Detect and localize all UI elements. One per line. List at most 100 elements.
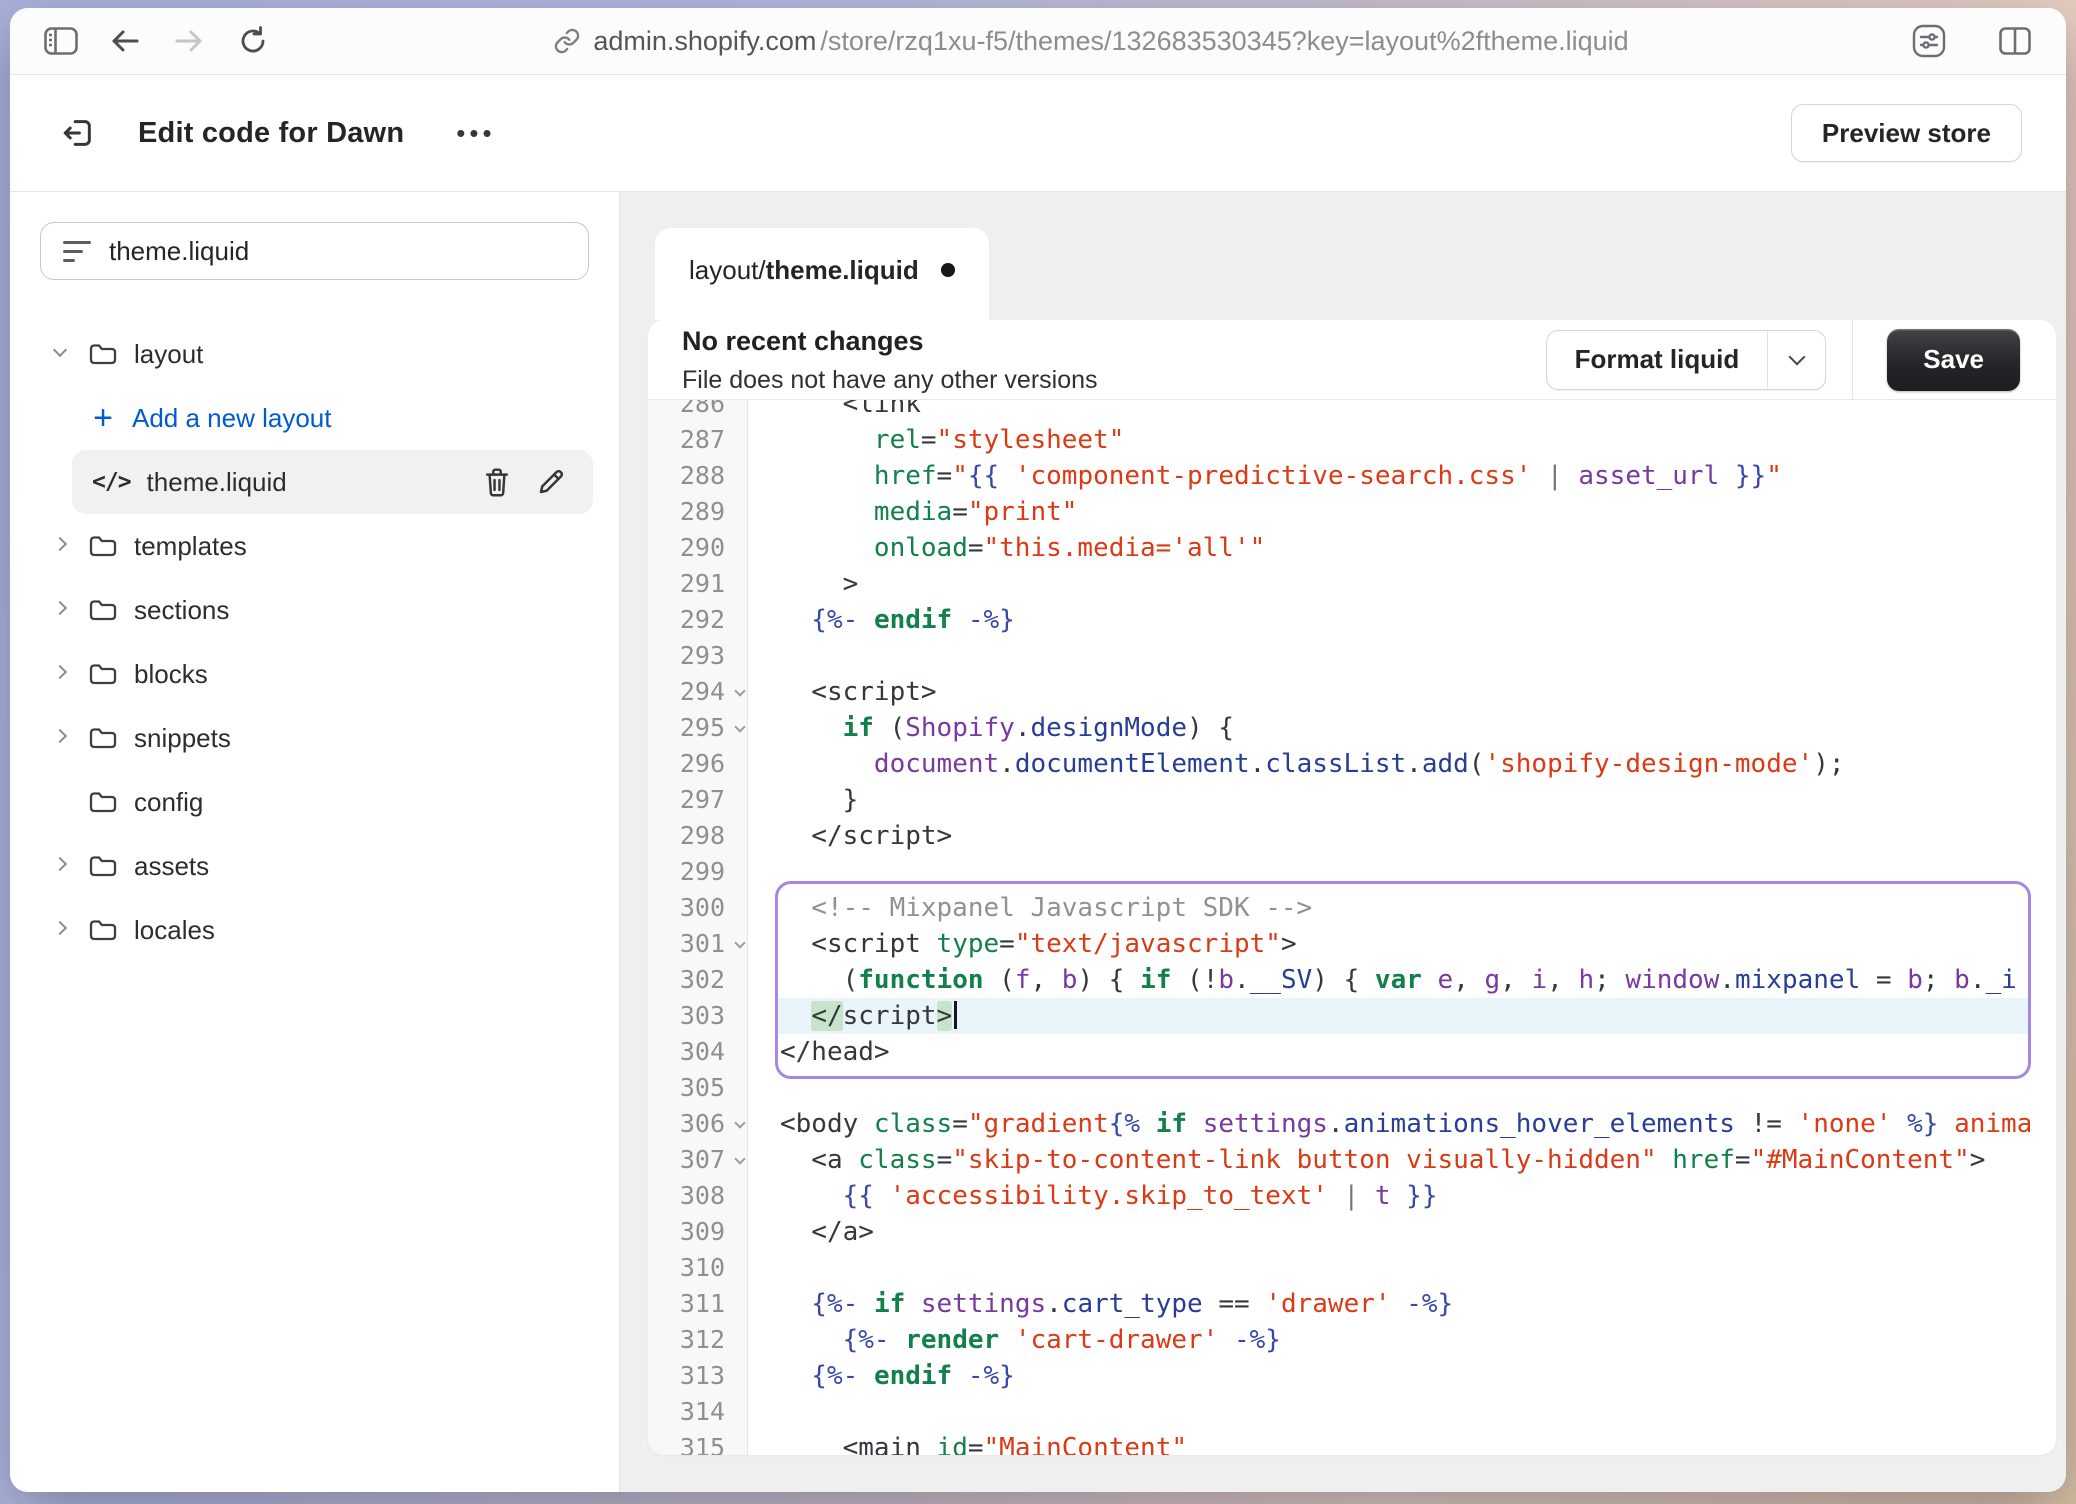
action-label: Add a new layout — [132, 403, 331, 434]
code-line-289[interactable]: media="print" — [776, 494, 2030, 530]
code-line-291[interactable]: > — [776, 566, 2030, 602]
sidebar-item-assets[interactable]: assets — [10, 834, 619, 898]
split-view-icon[interactable] — [1992, 18, 2038, 64]
code-line-313[interactable]: {%- endif -%} — [776, 1358, 2030, 1394]
code-line-301[interactable]: <script type="text/javascript"> — [776, 926, 2030, 962]
sidebar-item-blocks[interactable]: blocks — [10, 642, 619, 706]
code-line-312[interactable]: {%- render 'cart-drawer' -%} — [776, 1322, 2030, 1358]
sidebar-item-layout[interactable]: layout — [10, 322, 619, 386]
fold-chevron-icon[interactable] — [734, 937, 745, 948]
page-settings-icon[interactable] — [1906, 18, 1952, 64]
code-line-308[interactable]: {{ 'accessibility.skip_to_text' | t }} — [776, 1178, 2030, 1214]
code-line-309[interactable]: </a> — [776, 1214, 2030, 1250]
code-line-286[interactable]: <link — [776, 400, 2030, 422]
sidebar-action-add-a-new-layout[interactable]: +Add a new layout — [10, 386, 619, 450]
app-header: Edit code for Dawn ••• Preview store — [10, 75, 2066, 192]
forward-icon[interactable] — [166, 18, 212, 64]
line-number-294[interactable]: 294 — [648, 674, 747, 710]
back-icon[interactable] — [102, 18, 148, 64]
code-line-311[interactable]: {%- if settings.cart_type == 'drawer' -%… — [776, 1286, 2030, 1322]
fold-chevron-icon[interactable] — [734, 1153, 745, 1164]
code-line-294[interactable]: <script> — [776, 674, 2030, 710]
delete-file-icon[interactable] — [475, 460, 519, 504]
code-line-314[interactable] — [776, 1394, 2030, 1430]
line-number-306[interactable]: 306 — [648, 1106, 747, 1142]
sidebar-toggle-icon[interactable] — [38, 18, 84, 64]
code-line-310[interactable] — [776, 1250, 2030, 1286]
code-line-300[interactable]: <!-- Mixpanel Javascript SDK --> — [776, 890, 2030, 926]
line-number-307[interactable]: 307 — [648, 1142, 747, 1178]
save-button[interactable]: Save — [1887, 329, 2020, 391]
code-line-293[interactable] — [776, 638, 2030, 674]
code-line-302[interactable]: (function (f, b) { if (!b.__SV) { var e,… — [776, 962, 2030, 998]
line-number-303: 303 — [648, 998, 747, 1034]
line-number-301[interactable]: 301 — [648, 926, 747, 962]
code-line-306[interactable]: <body class="gradient{% if settings.anim… — [776, 1106, 2030, 1142]
reload-icon[interactable] — [230, 18, 276, 64]
fold-chevron-icon[interactable] — [734, 685, 745, 696]
code-line-295[interactable]: if (Shopify.designMode) { — [776, 710, 2030, 746]
sidebar-item-locales[interactable]: locales — [10, 898, 619, 962]
editor-card: No recent changes File does not have any… — [648, 320, 2056, 1455]
code-line-315[interactable]: <main id="MainContent" — [776, 1430, 2030, 1455]
code-line-299[interactable] — [776, 854, 2030, 890]
chevron-right-icon[interactable] — [50, 535, 72, 557]
format-liquid-button[interactable]: Format liquid — [1546, 330, 1827, 390]
folder-icon — [88, 788, 118, 816]
more-actions-button[interactable]: ••• — [446, 110, 505, 157]
code-line-288[interactable]: href="{{ 'component-predictive-search.cs… — [776, 458, 2030, 494]
sidebar-item-theme-liquid[interactable]: </>theme.liquid — [10, 450, 619, 514]
chevron-right-icon[interactable] — [50, 855, 72, 877]
tab-theme-liquid[interactable]: layout/theme.liquid — [655, 228, 989, 320]
fold-chevron-icon[interactable] — [734, 1117, 745, 1128]
url-bar[interactable]: admin.shopify.com/store/rzq1xu-f5/themes… — [276, 26, 1906, 57]
line-number-290: 290 — [648, 530, 747, 566]
code-line-292[interactable]: {%- endif -%} — [776, 602, 2030, 638]
chevron-right-icon[interactable] — [50, 599, 72, 621]
line-number-311: 311 — [648, 1286, 747, 1322]
codepane[interactable]: <link rel="stylesheet" href="{{ 'compone… — [748, 400, 2056, 1455]
code-line-297[interactable]: } — [776, 782, 2030, 818]
folder-icon — [88, 916, 118, 944]
folder-icon — [88, 660, 118, 688]
tab-file-name: theme.liquid — [766, 255, 919, 286]
line-number-297: 297 — [648, 782, 747, 818]
file-search-box[interactable] — [40, 222, 589, 280]
format-liquid-dropdown[interactable] — [1767, 331, 1825, 389]
rename-file-icon[interactable] — [529, 460, 573, 504]
line-number-288: 288 — [648, 458, 747, 494]
line-number-302: 302 — [648, 962, 747, 998]
preview-store-button[interactable]: Preview store — [1791, 104, 2022, 162]
code-line-304[interactable]: </head> — [776, 1034, 2030, 1070]
code-line-303[interactable]: </script> — [776, 998, 2030, 1034]
exit-code-editor-icon[interactable] — [54, 109, 102, 157]
chevron-right-icon[interactable] — [50, 919, 72, 941]
line-number-295[interactable]: 295 — [648, 710, 747, 746]
sidebar-item-config[interactable]: config — [10, 770, 619, 834]
code-line-287[interactable]: rel="stylesheet" — [776, 422, 2030, 458]
code-line-305[interactable] — [776, 1070, 2030, 1106]
folder-icon — [88, 724, 118, 752]
chevron-down-icon[interactable] — [50, 343, 72, 365]
code-line-298[interactable]: </script> — [776, 818, 2030, 854]
chevron-right-icon[interactable] — [50, 727, 72, 749]
code-line-296[interactable]: document.documentElement.classList.add('… — [776, 746, 2030, 782]
code-file-icon: </> — [92, 469, 131, 495]
file-search-input[interactable] — [109, 236, 566, 267]
line-number-313: 313 — [648, 1358, 747, 1394]
line-number-315: 315 — [648, 1430, 747, 1455]
selected-file-row[interactable]: </>theme.liquid — [72, 450, 593, 514]
chevron-spacer — [50, 791, 72, 813]
code-line-290[interactable]: onload="this.media='all'" — [776, 530, 2030, 566]
sidebar-item-snippets[interactable]: snippets — [10, 706, 619, 770]
sidebar-item-templates[interactable]: templates — [10, 514, 619, 578]
line-number-310: 310 — [648, 1250, 747, 1286]
code-line-307[interactable]: <a class="skip-to-content-link button vi… — [776, 1142, 2030, 1178]
browser-window: admin.shopify.com/store/rzq1xu-f5/themes… — [10, 8, 2066, 1492]
sidebar-item-sections[interactable]: sections — [10, 578, 619, 642]
fold-chevron-icon[interactable] — [734, 721, 745, 732]
folder-label: layout — [134, 339, 203, 370]
status-title: No recent changes — [682, 326, 1098, 357]
folder-label: snippets — [134, 723, 231, 754]
chevron-right-icon[interactable] — [50, 663, 72, 685]
